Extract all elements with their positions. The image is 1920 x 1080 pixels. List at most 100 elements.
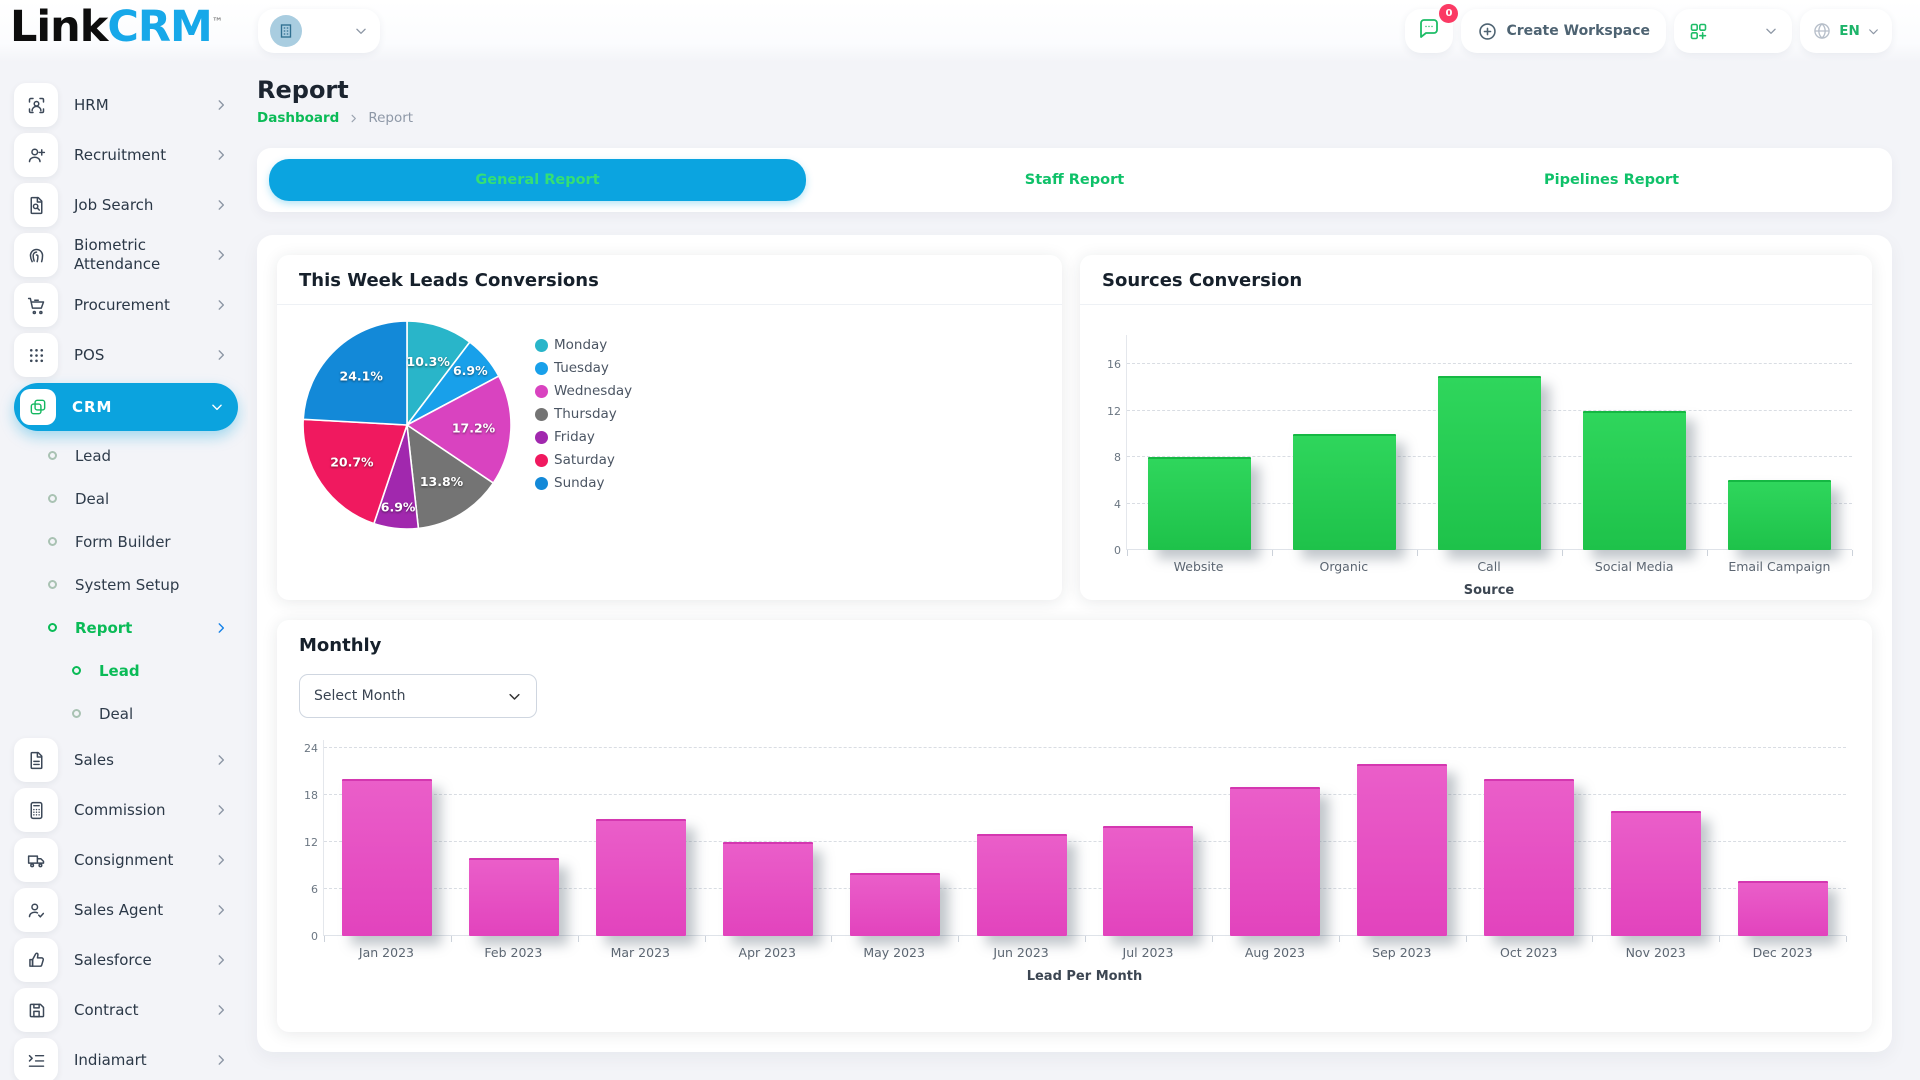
sidebar-item-label: Salesforce bbox=[74, 951, 152, 970]
y-tick-label: 12 bbox=[284, 836, 318, 849]
sidebar-item-label: Procurement bbox=[74, 296, 170, 315]
x-tick-label: Oct 2023 bbox=[1465, 945, 1592, 960]
apps-grid-icon bbox=[1688, 21, 1709, 42]
bullet-circle-icon bbox=[48, 537, 57, 546]
sidebar-subitem-lead[interactable]: Lead bbox=[14, 434, 238, 477]
bar-jan-2023 bbox=[342, 779, 432, 936]
sidebar-item-job-search[interactable]: Job Search bbox=[14, 180, 238, 230]
x-axis-tick bbox=[831, 936, 832, 942]
logo-trademark: ™ bbox=[212, 16, 222, 29]
sidebar-item-recruitment[interactable]: Recruitment bbox=[14, 130, 238, 180]
create-workspace-label: Create Workspace bbox=[1506, 23, 1650, 39]
breadcrumb-dashboard-link[interactable]: Dashboard bbox=[257, 110, 339, 126]
chevron-right-icon bbox=[214, 98, 228, 112]
week-leads-conversions-card: This Week Leads Conversions 10.3%6.9%17.… bbox=[277, 255, 1062, 600]
create-workspace-button[interactable]: Create Workspace bbox=[1461, 9, 1666, 53]
breadcrumb-current: Report bbox=[368, 110, 413, 126]
sidebar-item-pos[interactable]: POS bbox=[14, 330, 238, 380]
sidebar-item-label: Consignment bbox=[74, 851, 173, 870]
report-tabs: General Report Staff Report Pipelines Re… bbox=[257, 148, 1892, 212]
x-axis-tick bbox=[1466, 936, 1467, 942]
sidebar-item-sales-agent[interactable]: Sales Agent bbox=[14, 885, 238, 935]
sidebar-subitem-label: Form Builder bbox=[75, 533, 171, 551]
sidebar-item-consignment[interactable]: Consignment bbox=[14, 835, 238, 885]
sidebar-subitem-report[interactable]: Report bbox=[14, 606, 238, 649]
sidebar-subitem-label: Deal bbox=[75, 490, 109, 508]
agent-check-icon bbox=[14, 888, 58, 932]
legend-item-wednesday: Wednesday bbox=[535, 383, 632, 399]
x-tick-label: Jul 2023 bbox=[1085, 945, 1212, 960]
select-month-dropdown[interactable]: Select Month bbox=[299, 674, 537, 718]
legend-label: Sunday bbox=[554, 475, 605, 491]
sidebar-subitem-deal[interactable]: Deal bbox=[14, 692, 238, 735]
sidebar-item-indiamart[interactable]: Indiamart bbox=[14, 1035, 238, 1080]
legend-item-sunday: Sunday bbox=[535, 475, 632, 491]
pie-chart-legend: MondayTuesdayWednesdayThursdayFridaySatu… bbox=[535, 337, 632, 498]
list-indent-icon bbox=[14, 1038, 58, 1080]
sidebar-subitem-deal[interactable]: Deal bbox=[14, 477, 238, 520]
x-axis-tick bbox=[1085, 936, 1086, 942]
x-tick-label: Call bbox=[1416, 559, 1561, 574]
monthly-plot-area: 06121824 bbox=[323, 740, 1846, 936]
x-axis-tick bbox=[1212, 936, 1213, 942]
sidebar-item-salesforce[interactable]: Salesforce bbox=[14, 935, 238, 985]
thumbs-up-icon bbox=[14, 938, 58, 982]
sidebar-item-label: Indiamart bbox=[74, 1051, 147, 1070]
gridline-y-16 bbox=[1127, 363, 1852, 364]
apps-menu-button[interactable] bbox=[1674, 9, 1792, 53]
bullet-circle-icon bbox=[48, 623, 57, 632]
sidebar-item-hrm[interactable]: HRM bbox=[14, 80, 238, 130]
chevron-right-icon bbox=[214, 298, 228, 312]
x-axis-tick bbox=[451, 936, 452, 942]
bar-email-campaign bbox=[1728, 480, 1831, 550]
chevron-right-icon bbox=[214, 1053, 228, 1067]
bar-organic bbox=[1293, 434, 1396, 550]
sidebar-item-label: HRM bbox=[74, 96, 109, 115]
messages-button[interactable]: 0 bbox=[1405, 9, 1453, 53]
pie-slice-value: 13.8% bbox=[420, 474, 464, 489]
legend-label: Thursday bbox=[554, 406, 617, 422]
person-add-icon bbox=[14, 133, 58, 177]
x-axis-tick bbox=[1719, 936, 1720, 942]
bar-website bbox=[1148, 457, 1251, 550]
sidebar-subitem-form-builder[interactable]: Form Builder bbox=[14, 520, 238, 563]
breadcrumb: Dashboard Report bbox=[257, 110, 1892, 126]
sidebar-item-biometric-attendance[interactable]: Biometric Attendance bbox=[14, 230, 238, 280]
legend-item-monday: Monday bbox=[535, 337, 632, 353]
legend-item-tuesday: Tuesday bbox=[535, 360, 632, 376]
language-selector[interactable]: EN bbox=[1800, 9, 1892, 53]
workspace-selector[interactable] bbox=[258, 9, 380, 53]
x-tick-label: Website bbox=[1126, 559, 1271, 574]
legend-dot-icon bbox=[535, 385, 548, 398]
y-tick-label: 4 bbox=[1087, 498, 1121, 511]
sidebar-subitem-system-setup[interactable]: System Setup bbox=[14, 563, 238, 606]
tab-general-report[interactable]: General Report bbox=[269, 159, 806, 201]
truck-icon bbox=[14, 838, 58, 882]
sidebar-item-commission[interactable]: Commission bbox=[14, 785, 238, 835]
messages-count-badge: 0 bbox=[1439, 4, 1458, 23]
sidebar-item-label: POS bbox=[74, 346, 104, 365]
chevron-down-icon bbox=[354, 24, 368, 38]
x-tick-label: Jan 2023 bbox=[323, 945, 450, 960]
gridline-y-24 bbox=[324, 747, 1846, 748]
sidebar-subitem-lead[interactable]: Lead bbox=[14, 649, 238, 692]
sidebar-item-label: Job Search bbox=[74, 196, 153, 215]
chevron-right-icon bbox=[214, 803, 228, 817]
x-tick-label: Feb 2023 bbox=[450, 945, 577, 960]
sidebar-item-contract[interactable]: Contract bbox=[14, 985, 238, 1035]
tab-pipelines-report[interactable]: Pipelines Report bbox=[1343, 159, 1880, 201]
bullet-circle-icon bbox=[48, 494, 57, 503]
x-tick-label: Dec 2023 bbox=[1719, 945, 1846, 960]
sidebar-item-label: Recruitment bbox=[74, 146, 166, 165]
chat-bubble-icon bbox=[1417, 17, 1441, 45]
monthly-axis-caption: Lead Per Month bbox=[323, 969, 1846, 984]
x-tick-label: Apr 2023 bbox=[704, 945, 831, 960]
sidebar-item-label: Commission bbox=[74, 801, 166, 820]
sidebar-item-crm[interactable]: CRM bbox=[14, 383, 238, 431]
sidebar-subitem-label: Lead bbox=[99, 662, 140, 680]
x-tick-label: May 2023 bbox=[831, 945, 958, 960]
sidebar-item-sales[interactable]: Sales bbox=[14, 735, 238, 785]
sidebar-item-procurement[interactable]: Procurement bbox=[14, 280, 238, 330]
crm-cards-icon bbox=[20, 389, 56, 425]
tab-staff-report[interactable]: Staff Report bbox=[806, 159, 1343, 201]
